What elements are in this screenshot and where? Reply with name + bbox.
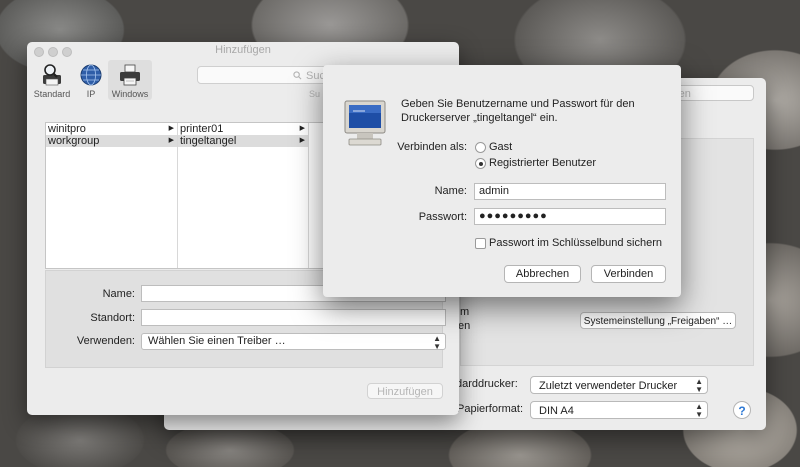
dialog-message: Geben Sie Benutzername und Passwort für … — [401, 98, 635, 124]
driver-select[interactable]: Wählen Sie einen Treiber … ▲ ▼ — [141, 333, 446, 351]
browser-column-servers: printer01 ▶ tingeltangel ▶ — [178, 123, 309, 268]
paper-format-label: Papierformat: — [457, 403, 524, 415]
connect-button[interactable]: Verbinden — [591, 265, 666, 283]
driver-select-value: Wählen Sie einen Treiber … — [148, 335, 286, 347]
search-input[interactable]: Suc — [197, 66, 337, 84]
guest-label: Gast — [489, 141, 513, 153]
toolbar-standard[interactable]: Standard — [31, 60, 73, 100]
password-label: Passwort: — [418, 211, 467, 223]
window-title: Hinzufügen — [215, 44, 271, 56]
paper-format-value: DIN A4 — [539, 405, 574, 417]
chevron-right-icon: ▶ — [299, 137, 305, 144]
globe-icon — [80, 64, 102, 86]
connect-as-label: Verbinden als: — [397, 141, 467, 153]
auth-dialog: Geben Sie Benutzername und Passwort für … — [323, 65, 681, 297]
add-button[interactable]: Hinzufügen — [367, 383, 443, 399]
chevron-right-icon: ▶ — [299, 125, 305, 132]
location-field[interactable] — [141, 309, 446, 326]
name-label: Name: — [434, 185, 467, 197]
toolbar-label: Windows — [111, 89, 149, 99]
toolbar-ip[interactable]: IP — [73, 60, 109, 100]
default-printer-label: darddrucker: — [456, 378, 518, 390]
list-item[interactable]: printer01 ▶ — [178, 123, 308, 135]
password-field[interactable]: ●●●●●●●●● — [474, 208, 666, 225]
keychain-label: Passwort im Schlüsselbund sichern — [489, 237, 663, 249]
list-item[interactable]: tingeltangel ▶ — [178, 135, 308, 147]
username-field[interactable]: admin — [474, 183, 666, 200]
magnifier-printer-icon — [43, 64, 61, 86]
updown-icon: ▲ ▼ — [433, 334, 441, 351]
printer-icon — [120, 64, 140, 86]
toolbar-windows[interactable]: Windows — [108, 60, 152, 100]
list-item[interactable]: winitpro ▶ — [46, 123, 177, 135]
search-icon — [293, 71, 302, 80]
name-label: Name: — [102, 288, 135, 300]
toolbar-label: IP — [86, 89, 96, 99]
chevron-right-icon: ▶ — [168, 137, 174, 144]
guest-radio[interactable] — [475, 142, 486, 153]
help-button[interactable]: ? — [733, 401, 751, 419]
updown-icon: ▲ ▼ — [695, 377, 703, 394]
toolbar-label: Standard — [33, 89, 71, 99]
use-label: Verwenden: — [76, 335, 135, 347]
chevron-right-icon: ▶ — [168, 125, 174, 132]
list-item[interactable]: workgroup ▶ — [46, 135, 177, 147]
updown-icon: ▲ ▼ — [695, 402, 703, 419]
registered-user-label: Registrierter Benutzer — [489, 157, 596, 169]
computer-monitor-icon — [344, 100, 386, 146]
keychain-checkbox[interactable] — [475, 238, 486, 249]
default-printer-value: Zuletzt verwendeter Drucker — [539, 380, 678, 392]
panel-text-fragment: en — [458, 320, 471, 332]
default-printer-select[interactable]: Zuletzt verwendeter Drucker ▲ ▼ — [530, 376, 708, 394]
panel-text-fragment: m — [460, 306, 470, 318]
search-sub-label: Su — [309, 89, 321, 99]
location-label: Standort: — [90, 312, 135, 324]
browser-column-workgroups: winitpro ▶ workgroup ▶ — [46, 123, 178, 268]
registered-user-radio[interactable] — [475, 158, 486, 169]
paper-format-select[interactable]: DIN A4 ▲ ▼ — [530, 401, 708, 419]
sharing-preferences-button[interactable]: Systemeinstellung „Freigaben“ … — [580, 312, 736, 329]
cancel-button[interactable]: Abbrechen — [504, 265, 581, 283]
network-browser: winitpro ▶ workgroup ▶ printer01 ▶ tingelta… — [45, 122, 325, 269]
